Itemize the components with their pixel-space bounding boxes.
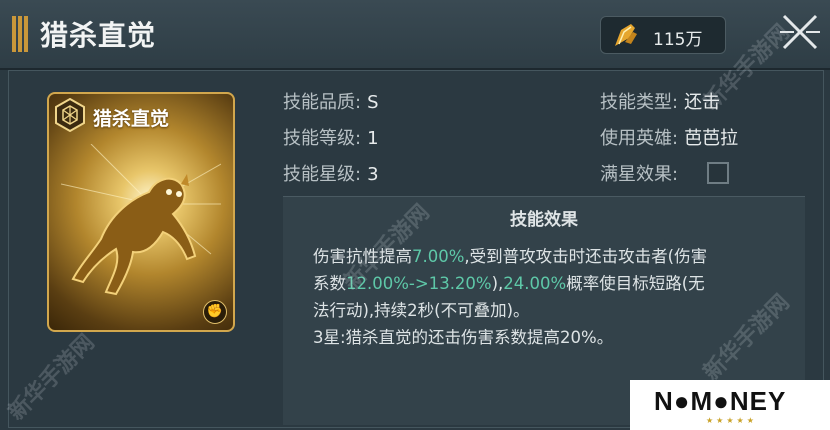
title-mark-icon <box>12 16 28 52</box>
attr-hero: 使用英雄: 芭芭拉 <box>600 124 738 150</box>
effect-text: ), <box>491 274 504 293</box>
attr-fullstar: 满星效果: <box>600 160 678 186</box>
attr-level-value: 1 <box>367 128 379 149</box>
attr-star-label: 技能星级: <box>283 164 362 185</box>
effect-text: 概率使目标短路(无 <box>566 274 705 293</box>
gold-feather-icon <box>615 24 637 46</box>
full-star-effect-checkbox[interactable] <box>707 162 729 184</box>
skill-card: 猎杀直觉 ✊ <box>47 92 235 332</box>
attr-type-label: 技能类型: <box>600 92 679 113</box>
page-title: 猎杀直觉 <box>40 19 157 52</box>
attr-fullstar-label: 满星效果: <box>600 164 679 185</box>
effect-text: ,受到普攻攻击时还击攻击者(伤害 <box>464 247 708 266</box>
header-bar: 猎杀直觉 115万 <box>0 0 830 70</box>
effect-title: 技能效果 <box>510 210 578 230</box>
effect-highlight-value: 7.00% <box>412 247 465 266</box>
effect-text: 法行动),持续2秒(不可叠加)。 <box>313 301 530 320</box>
attr-quality-label: 技能品质: <box>283 92 362 113</box>
effect-highlight-value: 24.00% <box>503 274 567 293</box>
golden-panther-art <box>61 144 221 296</box>
currency-value: 115万 <box>653 30 703 50</box>
attr-level-label: 技能等级: <box>283 128 362 149</box>
card-skill-name: 猎杀直觉 <box>93 108 170 130</box>
attr-hero-value: 芭芭拉 <box>684 128 739 149</box>
attr-star: 技能星级: 3 <box>283 160 379 186</box>
currency-display[interactable]: 115万 <box>600 16 726 54</box>
skill-hex-icon <box>55 98 85 132</box>
attr-hero-label: 使用英雄: <box>600 128 679 149</box>
fist-icon: ✊ <box>203 300 227 324</box>
attr-star-value: 3 <box>367 164 379 185</box>
logo-stars: ★★★★★ <box>706 416 757 425</box>
attr-level: 技能等级: 1 <box>283 124 379 150</box>
nomoney-logo: N●M●NEY ★★★★★ <box>630 380 830 430</box>
attr-quality-value: S <box>367 92 379 113</box>
effect-text: 3星:猎杀直觉的还击伤害系数提高20%。 <box>313 328 614 347</box>
logo-text: N●M●NEY <box>654 386 787 416</box>
attr-quality: 技能品质: S <box>283 88 379 114</box>
